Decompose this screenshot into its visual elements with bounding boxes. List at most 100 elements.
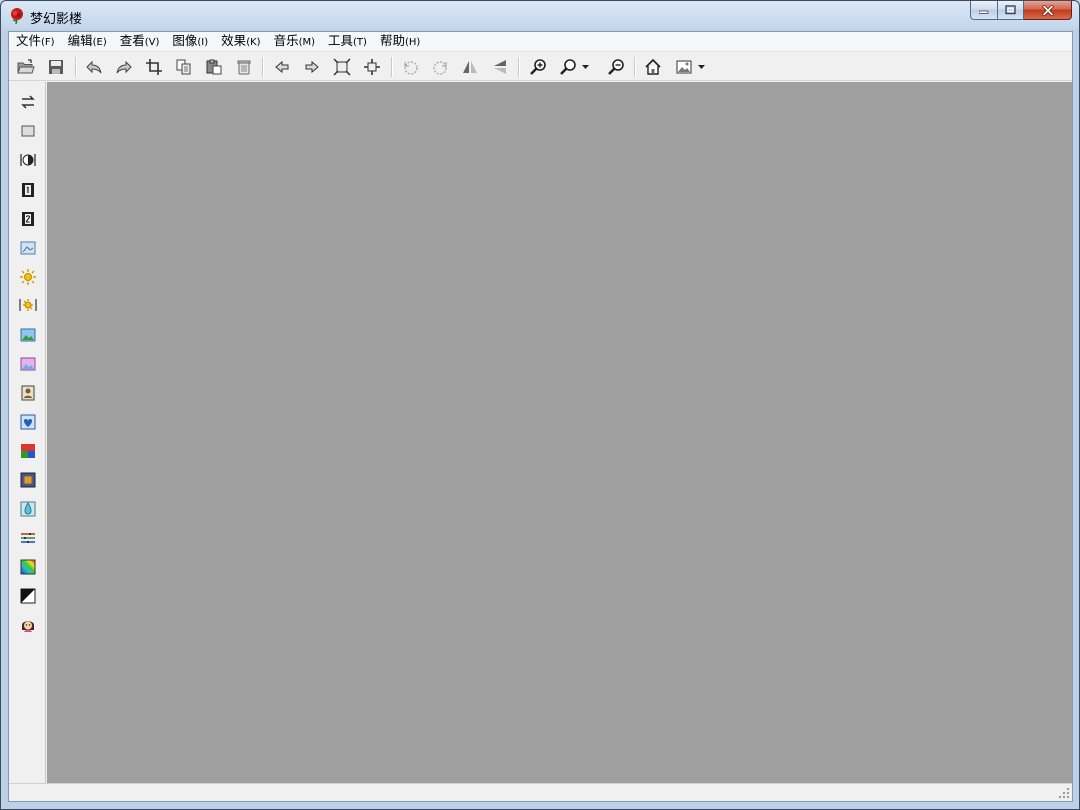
rainbow-tool[interactable] (17, 556, 39, 578)
delete-button[interactable] (233, 56, 255, 78)
color-landscape-tool[interactable] (17, 353, 39, 375)
swap-tool[interactable] (17, 91, 39, 113)
caption-buttons (970, 1, 1072, 21)
next-button[interactable] (301, 56, 323, 78)
redo-button[interactable] (113, 56, 135, 78)
menu-music[interactable]: 音乐(M) (269, 31, 323, 53)
menu-view[interactable]: 查看(V) (115, 31, 168, 53)
black-white-icon (20, 588, 36, 604)
flip-vertical-icon (494, 60, 506, 74)
flip-horizontal-button[interactable] (459, 56, 481, 78)
resize-grip-icon[interactable] (1058, 787, 1070, 799)
menu-file-label: 文件 (16, 32, 42, 48)
menu-image[interactable]: 图像(I) (167, 31, 216, 53)
crop-button[interactable] (143, 56, 165, 78)
copy-icon (176, 59, 191, 75)
fit-window-button[interactable] (331, 56, 353, 78)
side-tool-panel (9, 82, 46, 783)
menu-tools-label: 工具 (328, 32, 354, 48)
menu-image-label: 图像 (172, 32, 198, 48)
title-bar[interactable]: 梦幻影楼 (1, 1, 1079, 31)
menu-tools[interactable]: 工具(T) (323, 31, 375, 53)
window-title: 梦幻影楼 (30, 12, 83, 27)
zoom-in-button[interactable] (527, 56, 549, 78)
app-window: 梦幻影楼 文件(F) 编辑(E) 查看(V) 图像(I) 效果(K) 音乐(M)… (0, 0, 1080, 810)
status-bar (9, 783, 1072, 801)
contrast-tool[interactable] (17, 149, 39, 171)
ornate-frame-icon (20, 472, 36, 488)
menu-file[interactable]: 文件(F) (11, 31, 63, 53)
paste-icon (206, 59, 222, 75)
color-gradient-icon (21, 444, 35, 458)
flip-vertical-button[interactable] (489, 56, 511, 78)
home-button[interactable] (642, 56, 664, 78)
save-button[interactable] (45, 56, 67, 78)
zoom-out-icon (608, 59, 624, 75)
contrast-icon (20, 154, 36, 166)
heart-frame-tool[interactable] (17, 411, 39, 433)
open-button[interactable] (15, 56, 37, 78)
delete-icon (237, 60, 251, 75)
color-landscape-icon (20, 357, 36, 371)
toolbar-separator (75, 57, 77, 77)
water-drop-icon (20, 501, 36, 517)
zoom-out-button[interactable] (605, 56, 627, 78)
menu-help-accel: (H) (404, 36, 421, 48)
toolbar-separator (634, 57, 636, 77)
rotate-left-button[interactable] (400, 56, 422, 78)
frame-tool[interactable] (17, 120, 39, 142)
menu-music-label: 音乐 (273, 32, 299, 48)
portrait-tool[interactable] (17, 382, 39, 404)
redo-icon (116, 60, 132, 74)
toolbar-separator (262, 57, 264, 77)
image-adjust-tool[interactable] (17, 237, 39, 259)
image-dropdown[interactable] (696, 56, 706, 78)
minimize-button[interactable] (970, 1, 997, 20)
actual-size-button[interactable] (361, 56, 383, 78)
layer-1-icon (22, 183, 34, 197)
actual-size-icon (364, 59, 380, 75)
landscape-tool[interactable] (17, 324, 39, 346)
brightness-tool[interactable] (17, 266, 39, 288)
menu-help[interactable]: 帮助(H) (375, 31, 428, 53)
image-icon (676, 60, 692, 74)
image-button[interactable] (673, 56, 695, 78)
save-icon (49, 60, 63, 74)
image-canvas[interactable] (47, 82, 1072, 783)
rotate-right-button[interactable] (429, 56, 451, 78)
rotate-right-icon (433, 61, 447, 75)
toolbar (9, 53, 1072, 81)
sparkle-adjust-icon (19, 299, 37, 311)
swap-arrows-icon (21, 95, 35, 109)
undo-button[interactable] (83, 56, 105, 78)
ornate-frame-tool[interactable] (17, 469, 39, 491)
face-tool[interactable] (17, 614, 39, 636)
menu-image-accel: (I) (197, 36, 209, 48)
layer-2-tool[interactable] (17, 208, 39, 230)
menu-view-label: 查看 (119, 32, 145, 48)
water-drop-tool[interactable] (17, 498, 39, 520)
red-rose-icon[interactable] (8, 7, 26, 25)
client-area: 文件(F) 编辑(E) 查看(V) 图像(I) 效果(K) 音乐(M) 工具(T… (8, 31, 1073, 802)
landscape-icon (20, 328, 36, 342)
toolbar-separator (518, 57, 520, 77)
rotate-left-icon (404, 61, 418, 75)
paste-button[interactable] (203, 56, 225, 78)
menu-file-accel: (F) (41, 36, 55, 48)
undo-icon (86, 60, 102, 74)
previous-button[interactable] (271, 56, 293, 78)
menu-bar: 文件(F) 编辑(E) 查看(V) 图像(I) 效果(K) 音乐(M) 工具(T… (9, 32, 1072, 52)
close-button[interactable] (1024, 1, 1072, 20)
layer-1-tool[interactable] (17, 179, 39, 201)
copy-button[interactable] (173, 56, 195, 78)
color-gradient-tool[interactable] (17, 440, 39, 462)
sparkle-adjust-tool[interactable] (17, 294, 39, 316)
menu-edit[interactable]: 编辑(E) (63, 31, 115, 53)
menu-tools-accel: (T) (353, 36, 367, 48)
maximize-button[interactable] (997, 1, 1024, 20)
color-balance-tool[interactable] (17, 527, 39, 549)
zoom-button[interactable] (557, 56, 579, 78)
menu-effects[interactable]: 效果(K) (216, 31, 268, 53)
black-white-tool[interactable] (17, 585, 39, 607)
zoom-dropdown[interactable] (580, 56, 590, 78)
